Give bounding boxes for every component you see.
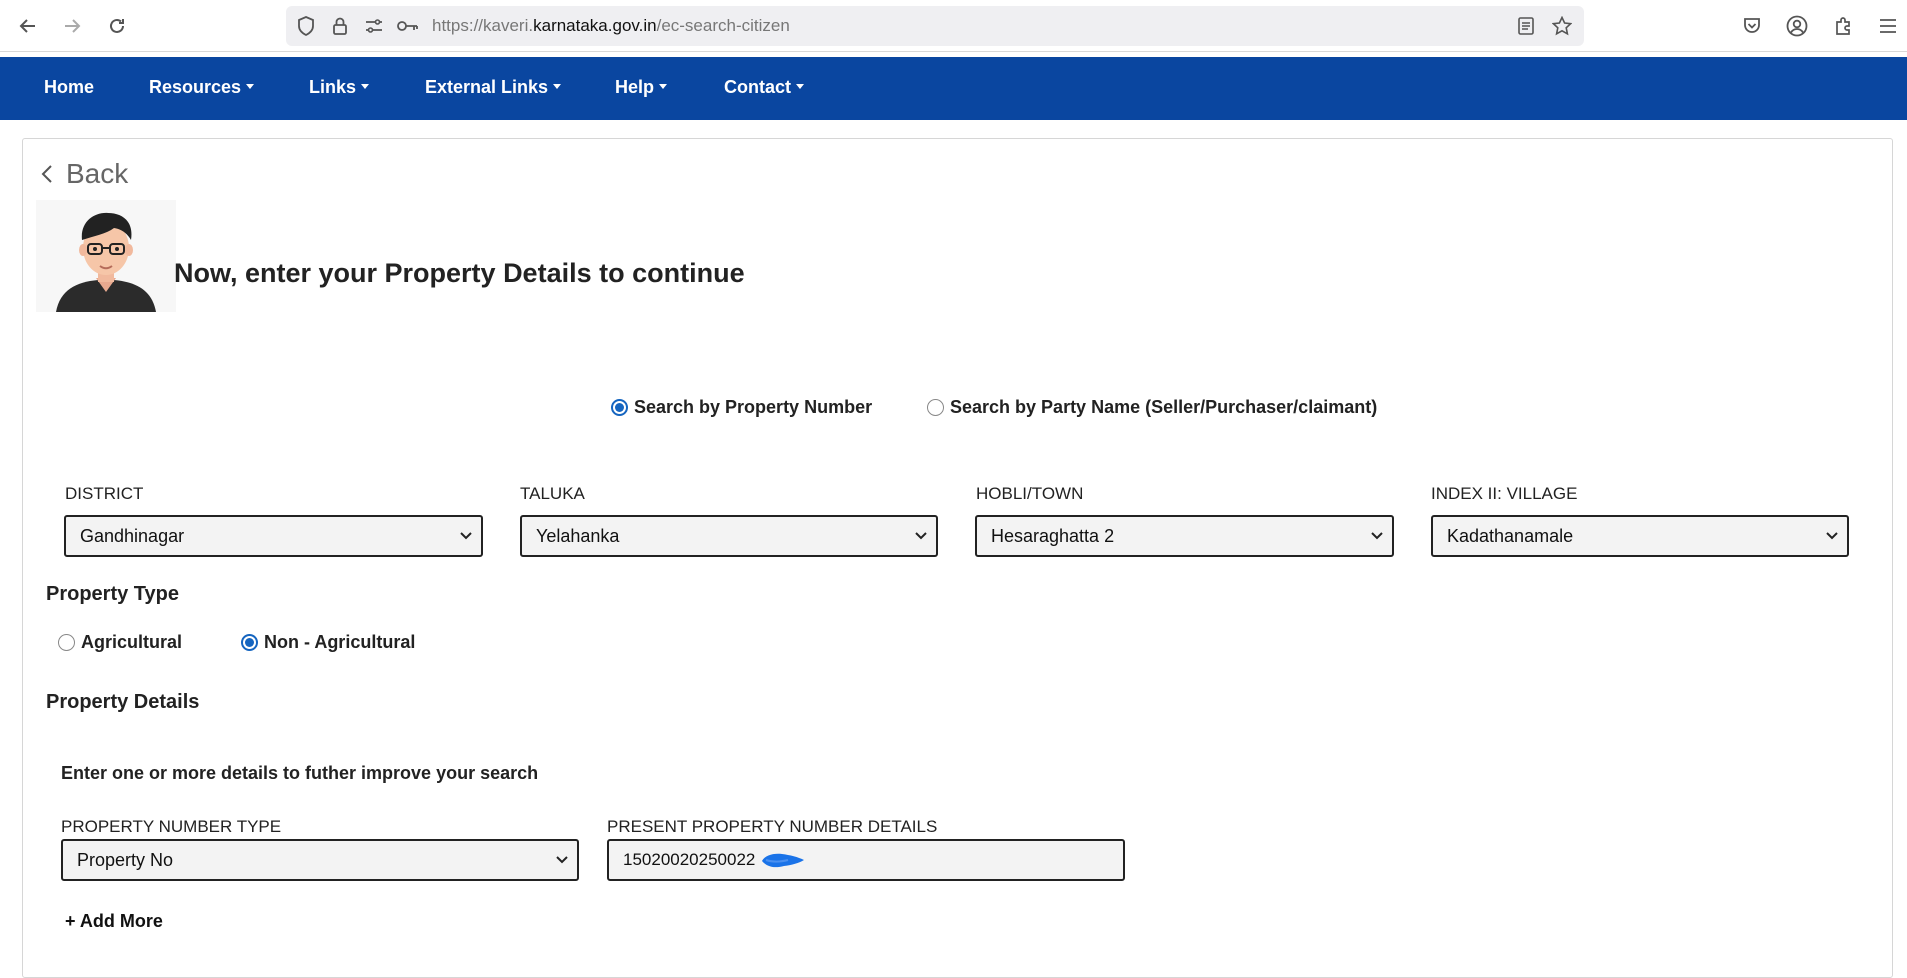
- property-type-title: Property Type: [46, 583, 179, 605]
- chevron-down-icon: [556, 856, 568, 864]
- village-label: INDEX II: VILLAGE: [1431, 484, 1578, 503]
- radio-unchecked-indicator[interactable]: [58, 634, 75, 651]
- present-property-number-input[interactable]: 15020020250022: [607, 839, 1125, 881]
- browser-toolbar: https://kaveri.karnataka.gov.in/ec-searc…: [0, 0, 1907, 52]
- nav-contact-label: Contact: [724, 77, 791, 97]
- village-select[interactable]: Kadathanamale: [1431, 515, 1849, 557]
- nav-home[interactable]: Home: [44, 77, 94, 98]
- site-navbar: Home Resources Links External Links Help…: [0, 57, 1907, 120]
- back-link[interactable]: Back: [40, 158, 128, 190]
- taluka-value: Yelahanka: [536, 525, 620, 546]
- nav-contact-dropdown[interactable]: Contact: [724, 77, 804, 98]
- caret-down-icon: [246, 83, 255, 89]
- radio-checked-indicator[interactable]: [241, 634, 258, 651]
- chevron-down-icon: [915, 532, 927, 540]
- nav-links-label: Links: [309, 77, 357, 97]
- url-bar[interactable]: https://kaveri.karnataka.gov.in/ec-searc…: [286, 6, 1584, 46]
- url-host: karnataka.gov.in: [533, 16, 657, 35]
- property-number-type-select[interactable]: Property No: [61, 839, 579, 881]
- add-more-button[interactable]: + Add More: [65, 911, 163, 932]
- taluka-label: TALUKA: [520, 484, 585, 503]
- caret-down-icon: [361, 83, 370, 89]
- reload-icon[interactable]: [103, 12, 131, 40]
- taluka-select[interactable]: Yelahanka: [520, 515, 938, 557]
- nav-external-links-dropdown[interactable]: External Links: [425, 77, 562, 98]
- back-arrow-icon[interactable]: [14, 12, 42, 40]
- reader-view-icon[interactable]: [1514, 14, 1538, 38]
- radio-search-by-property-label: Search by Property Number: [634, 397, 873, 417]
- nav-help-dropdown[interactable]: Help: [615, 77, 668, 98]
- property-number-type-label: PROPERTY NUMBER TYPE: [61, 817, 282, 836]
- chevron-down-icon: [460, 532, 472, 540]
- caret-down-icon: [796, 83, 804, 89]
- key-icon[interactable]: [396, 14, 420, 38]
- district-value: Gandhinagar: [80, 525, 185, 546]
- nav-resources-label: Resources: [149, 77, 242, 97]
- present-property-number-value: 15020020250022: [623, 850, 756, 869]
- caret-down-icon: [553, 83, 562, 89]
- url-prefix: https://kaveri.: [432, 16, 534, 35]
- hobli-label: HOBLI/TOWN: [976, 484, 1084, 503]
- nav-home-label: Home: [44, 77, 95, 97]
- radio-search-by-party-label: Search by Party Name (Seller/Purchaser/c…: [950, 397, 1378, 417]
- redaction-scribble: [762, 853, 804, 868]
- village-value: Kadathanamale: [1447, 525, 1574, 546]
- url-text[interactable]: https://kaveri.karnataka.gov.in/ec-searc…: [432, 16, 790, 36]
- hobli-select[interactable]: Hesaraghatta 2: [975, 515, 1394, 557]
- present-property-number-label: PRESENT PROPERTY NUMBER DETAILS: [607, 817, 938, 836]
- district-label: DISTRICT: [65, 484, 144, 503]
- property-details-hint: Enter one or more details to futher impr…: [61, 763, 539, 783]
- bookmark-star-icon[interactable]: [1550, 14, 1574, 38]
- radio-search-by-property-number[interactable]: Search by Property Number: [611, 397, 872, 418]
- radio-agricultural[interactable]: Agricultural: [58, 632, 182, 653]
- page-heading: Now, enter your Property Details to cont…: [174, 258, 745, 288]
- nav-external-links-label: External Links: [425, 77, 549, 97]
- forward-arrow-icon[interactable]: [58, 12, 86, 40]
- shield-icon[interactable]: [294, 14, 318, 38]
- back-label: Back: [66, 158, 129, 189]
- url-path: /ec-search-citizen: [656, 16, 790, 35]
- caret-down-icon: [659, 83, 668, 89]
- chevron-down-icon: [1826, 532, 1838, 540]
- property-number-type-value: Property No: [77, 849, 174, 870]
- property-details-title: Property Details: [46, 691, 200, 713]
- lock-icon[interactable]: [328, 14, 352, 38]
- radio-unchecked-indicator[interactable]: [927, 399, 944, 416]
- radio-non-agricultural-label: Non - Agricultural: [264, 632, 416, 652]
- radio-checked-indicator[interactable]: [611, 399, 628, 416]
- nav-help-label: Help: [615, 77, 655, 97]
- chevron-left-icon: [41, 165, 52, 183]
- account-icon[interactable]: [1783, 12, 1811, 40]
- menu-icon[interactable]: [1874, 12, 1902, 40]
- nav-resources-dropdown[interactable]: Resources: [149, 77, 255, 98]
- chevron-down-icon: [1371, 532, 1383, 540]
- extensions-icon[interactable]: [1829, 12, 1857, 40]
- district-select[interactable]: Gandhinagar: [64, 515, 483, 557]
- radio-search-by-party-name[interactable]: Search by Party Name (Seller/Purchaser/c…: [927, 397, 1377, 418]
- permissions-icon[interactable]: [362, 14, 386, 38]
- pocket-icon[interactable]: [1738, 12, 1766, 40]
- radio-agricultural-label: Agricultural: [81, 632, 183, 652]
- hobli-value: Hesaraghatta 2: [991, 525, 1115, 546]
- avatar-illustration: [36, 200, 176, 312]
- radio-non-agricultural[interactable]: Non - Agricultural: [241, 632, 415, 653]
- nav-links-dropdown[interactable]: Links: [309, 77, 370, 98]
